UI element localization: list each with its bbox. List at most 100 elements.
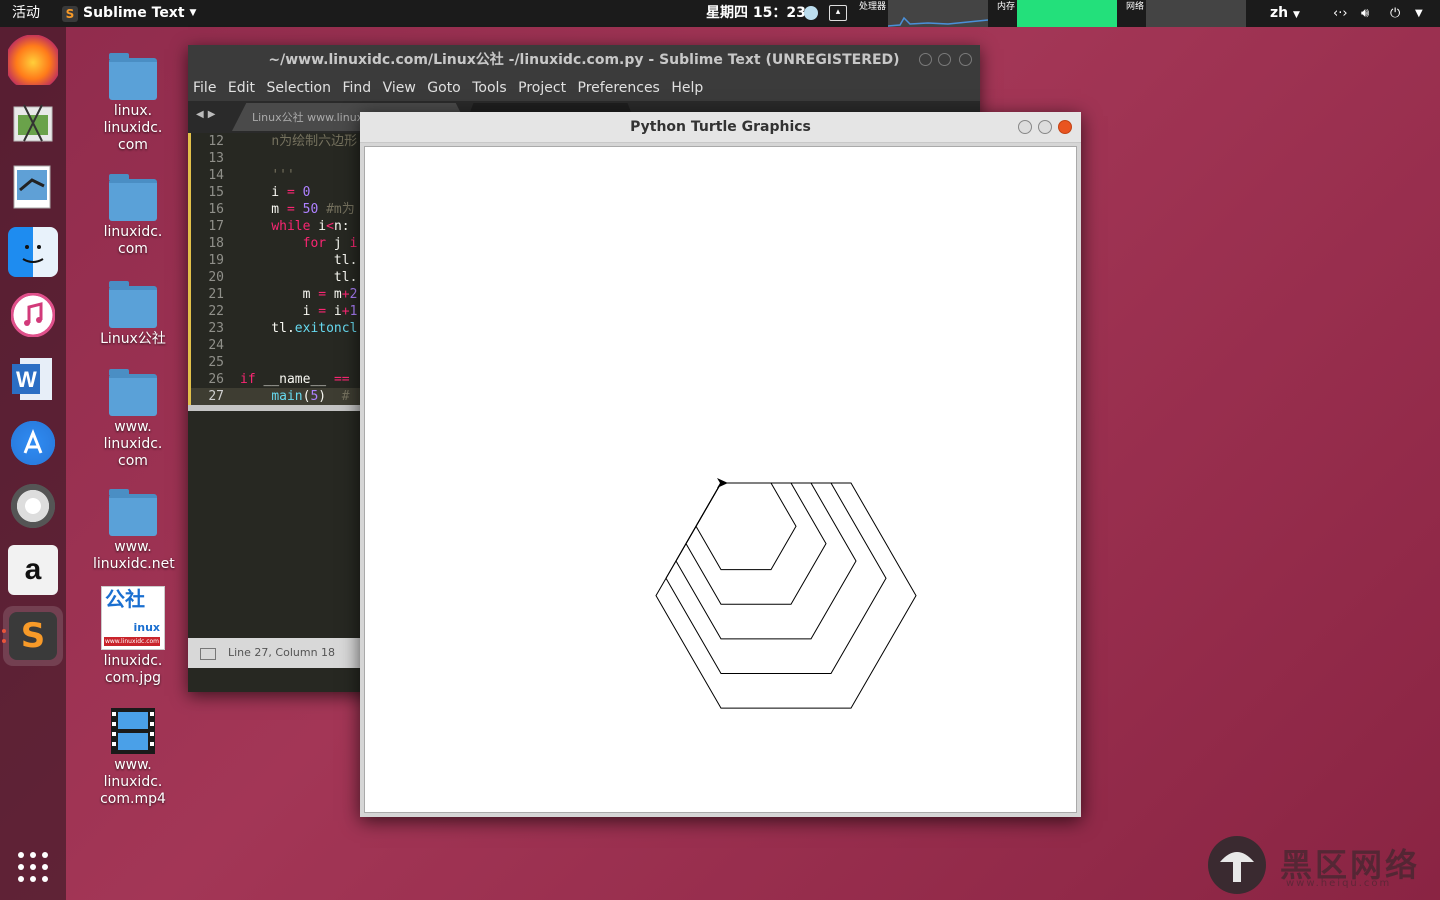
volume-icon[interactable]: 🔊︎ [1361,0,1369,27]
hexagon-drawing [655,478,917,709]
finder-face-shape [22,245,44,263]
firefox-icon[interactable] [8,35,58,85]
maximize-button[interactable] [1038,120,1052,134]
screenshot-icon-shape [13,104,53,142]
desktop-folder-linux-gongshe[interactable]: Linux公社 [93,281,173,348]
app-menu-button[interactable]: S Sublime Text ▼ [62,0,196,27]
cpu-label: 处理器 [859,2,887,12]
sublime-s-glyph: S [9,612,57,660]
cpu-graph[interactable] [887,0,989,27]
system-menu-chevron-icon[interactable]: ▼ [1415,0,1423,27]
desktop-file-linuxidc-com-mp4[interactable]: www. linuxidc. com.mp4 [93,708,173,808]
desktop-file-linuxidc-com-jpg[interactable]: 公社 inux www.linuxidc.com linuxidc. com.j… [93,586,173,687]
close-button[interactable] [959,53,972,66]
show-applications-icon[interactable] [18,852,50,884]
menu-preferences[interactable]: Preferences [578,80,660,96]
power-icon[interactable]: ⏻ [1390,0,1400,27]
memory-graph[interactable] [1017,0,1117,27]
weather-icon [804,6,818,20]
itunes-icon[interactable] [8,290,58,340]
activities-button[interactable]: 活动 [12,0,40,27]
line-number: 16 [208,202,224,217]
screenshot-icon[interactable] [8,99,58,149]
clock[interactable]: 星期四 15：23 [706,0,806,27]
finder-icon[interactable] [8,227,58,277]
app-store-icon[interactable] [8,418,58,468]
desktop-icon-label: www. linuxidc.net [93,539,175,572]
line-number: 15 [208,185,224,200]
chevron-down-icon: ▼ [1293,10,1300,20]
input-language-button[interactable]: zh ▼ [1270,0,1300,27]
folder-icon [109,53,157,100]
menu-edit[interactable]: Edit [228,80,255,96]
desktop-icon-label: linux. linuxidc. com [103,103,163,153]
hexagon-4 [665,482,887,675]
amazon-icon[interactable]: a [8,545,58,595]
menu-help[interactable]: Help [671,80,703,96]
desktop-icon-label: www. linuxidc. com [103,419,163,469]
top-bar: 活动 S Sublime Text ▼ 星期四 15：23 ▴ 处理器 内存 网… [0,0,1440,27]
wps-writer-icon[interactable]: W [8,354,58,404]
network-icon[interactable]: ‹·› [1333,0,1348,27]
dock: W a S [0,27,66,900]
line-number: 25 [208,355,224,370]
desktop-icon-label: www. linuxidc. com.mp4 [100,757,166,807]
line-number: 24 [208,338,224,353]
sublime-text-icon[interactable]: S [3,606,63,666]
line-number: 14 [208,168,224,183]
watermark-subtext: www.heiqu.com [1286,878,1392,889]
line-number: 20 [208,270,224,285]
sublime-titlebar[interactable]: ~/www.linuxidc.com/Linux公社 -/linuxidc.co… [188,45,980,75]
help-icon[interactable] [8,481,58,531]
menu-tools[interactable]: Tools [472,80,507,96]
thumbnail-subtext: inux [133,621,160,634]
desktop-folder-linuxidc-com[interactable]: linuxidc. com [93,174,173,258]
desktop-icon-label: linuxidc. com [103,224,163,257]
wps-writer-shape: W [12,358,52,400]
hexagon-2 [685,482,827,605]
network-graph[interactable] [1146,0,1246,27]
cpu-graph-line [887,16,989,27]
turtle-canvas[interactable] [364,146,1077,813]
desktop-folder-www-linuxidc-com[interactable]: www. linuxidc. com [93,369,173,470]
close-button[interactable] [1058,120,1072,134]
mushroom-icon [1220,852,1254,882]
running-indicator [2,629,6,633]
desktop-folder-linux-linuxidc-com[interactable]: linux. linuxidc. com [93,53,173,154]
line-number: 22 [208,304,224,319]
app-name: Sublime Text [83,5,185,21]
maximize-button[interactable] [938,53,951,66]
video-file-icon [111,708,155,754]
line-number: 26 [208,372,224,387]
menu-goto[interactable]: Goto [427,80,460,96]
hexagon-5 [655,482,917,709]
folder-icon [109,281,157,328]
desktop-icon-label: linuxidc. com.jpg [103,653,163,686]
screen-monitor-icon[interactable]: ▴ [829,5,847,21]
language-code: zh [1270,5,1289,21]
panel-toggle-icon[interactable] [200,648,216,660]
menu-view[interactable]: View [383,80,416,96]
chevron-down-icon: ▼ [189,8,197,18]
menu-selection[interactable]: Selection [266,80,331,96]
folder-icon [109,489,157,536]
network-label: 网络 [1126,2,1145,12]
amazon-a-glyph: a [24,553,42,586]
sublime-small-icon: S [62,5,78,22]
desktop-folder-www-linuxidc-net[interactable]: www. linuxidc.net [93,489,175,573]
turtle-titlebar[interactable]: Python Turtle Graphics [360,112,1081,143]
tab-scroll-arrows-icon[interactable]: ◀▶ [196,109,219,120]
music-note-shape [11,293,55,337]
shotwell-icon[interactable] [8,162,58,212]
tab-label: Linux公社 www.linux [252,111,364,124]
menu-file[interactable]: File [193,80,216,96]
image-thumbnail: 公社 inux www.linuxidc.com [101,586,165,650]
line-number: 19 [208,253,224,268]
minimize-button[interactable] [919,53,932,66]
line-number: 17 [208,219,224,234]
watermark: 黑区网络 www.heiqu.com [1208,836,1438,896]
turtle-graphics-window[interactable]: Python Turtle Graphics [360,112,1081,817]
menu-project[interactable]: Project [518,80,566,96]
minimize-button[interactable] [1018,120,1032,134]
menu-find[interactable]: Find [342,80,371,96]
